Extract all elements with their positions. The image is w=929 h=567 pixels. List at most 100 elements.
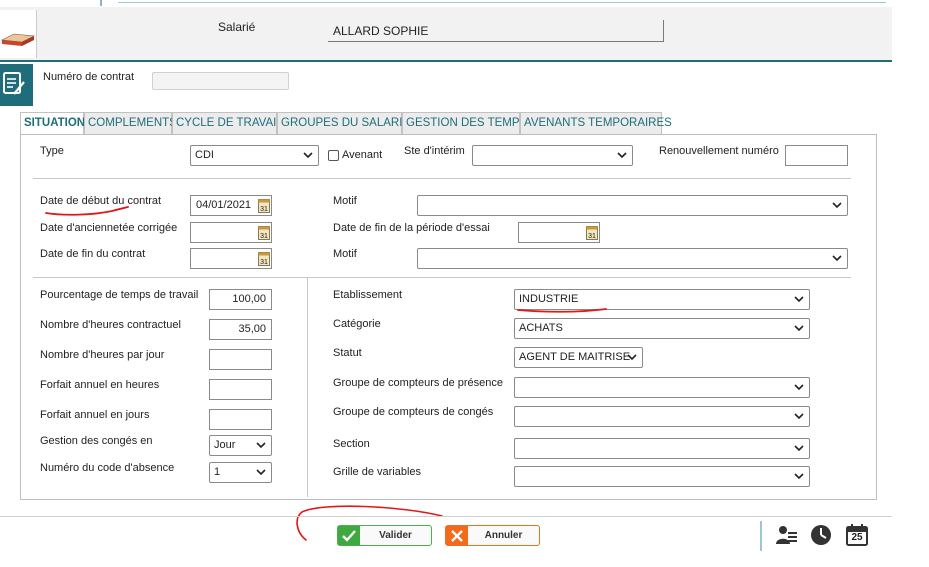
employee-folder-icon [0,10,37,58]
etablissement-label: Etablissement [333,289,403,301]
salarie-label: Salarié [218,20,256,34]
date-fin-input[interactable]: 31 [190,248,272,269]
motif-select[interactable] [417,195,848,216]
code-absence-label: Numéro du code d'absence [40,462,175,474]
contract-edit-icon [0,64,33,106]
footer-divider [0,516,892,517]
chevron-down-icon [617,152,627,159]
annuler-button[interactable]: Annuler [445,525,540,546]
calendar-icon[interactable]: 31 [258,198,270,213]
date-debut-input[interactable]: 04/01/2021 31 [190,195,272,216]
gestion-conges-label: Gestion des congés en [40,435,153,447]
svg-text:31: 31 [260,233,268,240]
categorie-select-value: ACHATS [519,322,563,334]
tab-gestion-des-temps[interactable]: GESTION DES TEMPS [402,112,527,134]
red-underline-annotation [517,308,607,313]
heures-par-jour-label: Nombre d'heures par jour [40,349,165,361]
pourcentage-label: Pourcentage de temps de travail [40,289,199,301]
renouvellement-label: Renouvellement numéro [659,145,779,157]
forfait-heures-label: Forfait annuel en heures [40,379,160,391]
chevron-down-icon [832,255,842,262]
heures-contractuel-label: Nombre d'heures contractuel [40,319,181,331]
avenant-label: Avenant [342,149,383,161]
date-anciennete-input[interactable]: 31 [190,222,272,243]
top-divider-tick [100,0,102,6]
forfait-heures-input[interactable] [209,379,272,400]
groupe-conges-select[interactable] [514,406,810,427]
type-select[interactable]: CDI [190,145,319,166]
close-icon [446,526,468,545]
gestion-conges-select-value: Jour [214,439,236,451]
checkmark-icon [338,526,360,545]
motif-2-select[interactable] [417,248,848,269]
motif-2-label: Motif [333,248,357,260]
chevron-down-icon [794,296,804,303]
tab-situation[interactable]: SITUATION [20,112,85,136]
grille-label: Grille de variables [333,466,422,478]
section-label: Section [333,438,370,450]
svg-text:31: 31 [588,233,596,240]
gestion-conges-select[interactable]: Jour [209,435,272,456]
type-select-value: CDI [195,149,214,161]
calendar-icon[interactable]: 31 [258,251,270,266]
chevron-down-icon [794,325,804,332]
calendar-icon[interactable]: 31 [586,225,598,240]
section-select[interactable] [514,438,810,459]
valider-button[interactable]: Valider [337,525,432,546]
ste-interim-label: Ste d'intérim [404,145,465,157]
tab-cycle-de-travail[interactable]: CYCLE DE TRAVAIL [172,112,283,134]
renouvellement-input[interactable] [785,145,848,166]
grille-select[interactable] [514,466,810,487]
chevron-down-icon [303,152,313,159]
forfait-jours-input[interactable] [209,409,272,430]
contract-number-label: Numéro de contrat [43,71,135,83]
column-divider [307,278,308,497]
code-absence-select[interactable]: 1 [209,462,272,483]
calendar-icon[interactable]: 31 [258,225,270,240]
salarie-value: ALLARD SOPHIE [328,20,664,42]
chevron-down-icon [794,445,804,452]
code-absence-select-value: 1 [214,466,221,478]
valider-button-label: Valider [379,530,412,541]
date-fin-essai-input[interactable]: 31 [518,222,600,243]
chevron-down-icon [794,384,804,391]
motif-label: Motif [333,195,357,207]
tab-complements[interactable]: COMPLEMENTS [84,112,177,134]
heures-contractuel-input[interactable]: 35,00 [209,319,272,340]
tab-groupes-du-salarie[interactable]: GROUPES DU SALARIE [277,112,410,134]
ste-interim-select[interactable] [472,145,633,166]
section-divider [33,277,851,278]
chevron-down-icon [794,413,804,420]
contract-number-input[interactable] [152,72,289,90]
date-fin-label: Date de fin du contrat [40,248,146,260]
statut-select[interactable]: AGENT DE MAITRISE [514,347,643,368]
date-fin-essai-label: Date de fin de la période d'essai [333,222,490,234]
chevron-down-icon [794,473,804,480]
avenant-checkbox[interactable] [328,150,339,161]
section-divider [33,178,851,179]
calendar-day-number: 25 [851,532,863,543]
pourcentage-input[interactable]: 100,00 [209,289,272,310]
date-anciennete-label: Date d'anciennetée corrigée [40,222,178,234]
top-divider [118,2,886,3]
heures-par-jour-input[interactable] [209,349,272,370]
type-label: Type [40,145,64,157]
groupe-presence-select[interactable] [514,377,810,398]
groupe-conges-label: Groupe de compteurs de congés [333,406,494,418]
chevron-down-icon [627,354,637,361]
calendar-icon[interactable]: 25 [845,523,869,547]
user-list-icon[interactable] [774,523,798,547]
annuler-button-label: Annuler [484,530,523,541]
tab-avenants-temporaires[interactable]: AVENANTS TEMPORAIRES [520,112,672,134]
statut-select-value: AGENT DE MAITRISE [519,351,631,363]
svg-text:31: 31 [260,206,268,213]
red-underline-annotation [45,206,129,216]
statut-label: Statut [333,347,362,359]
chevron-down-icon [832,202,842,209]
clock-icon[interactable] [809,523,833,547]
groupe-presence-label: Groupe de compteurs de présence [333,377,503,389]
forfait-jours-label: Forfait annuel en jours [40,409,150,421]
categorie-select[interactable]: ACHATS [514,318,810,339]
chevron-down-icon [256,469,266,476]
footer-separator [760,521,762,551]
